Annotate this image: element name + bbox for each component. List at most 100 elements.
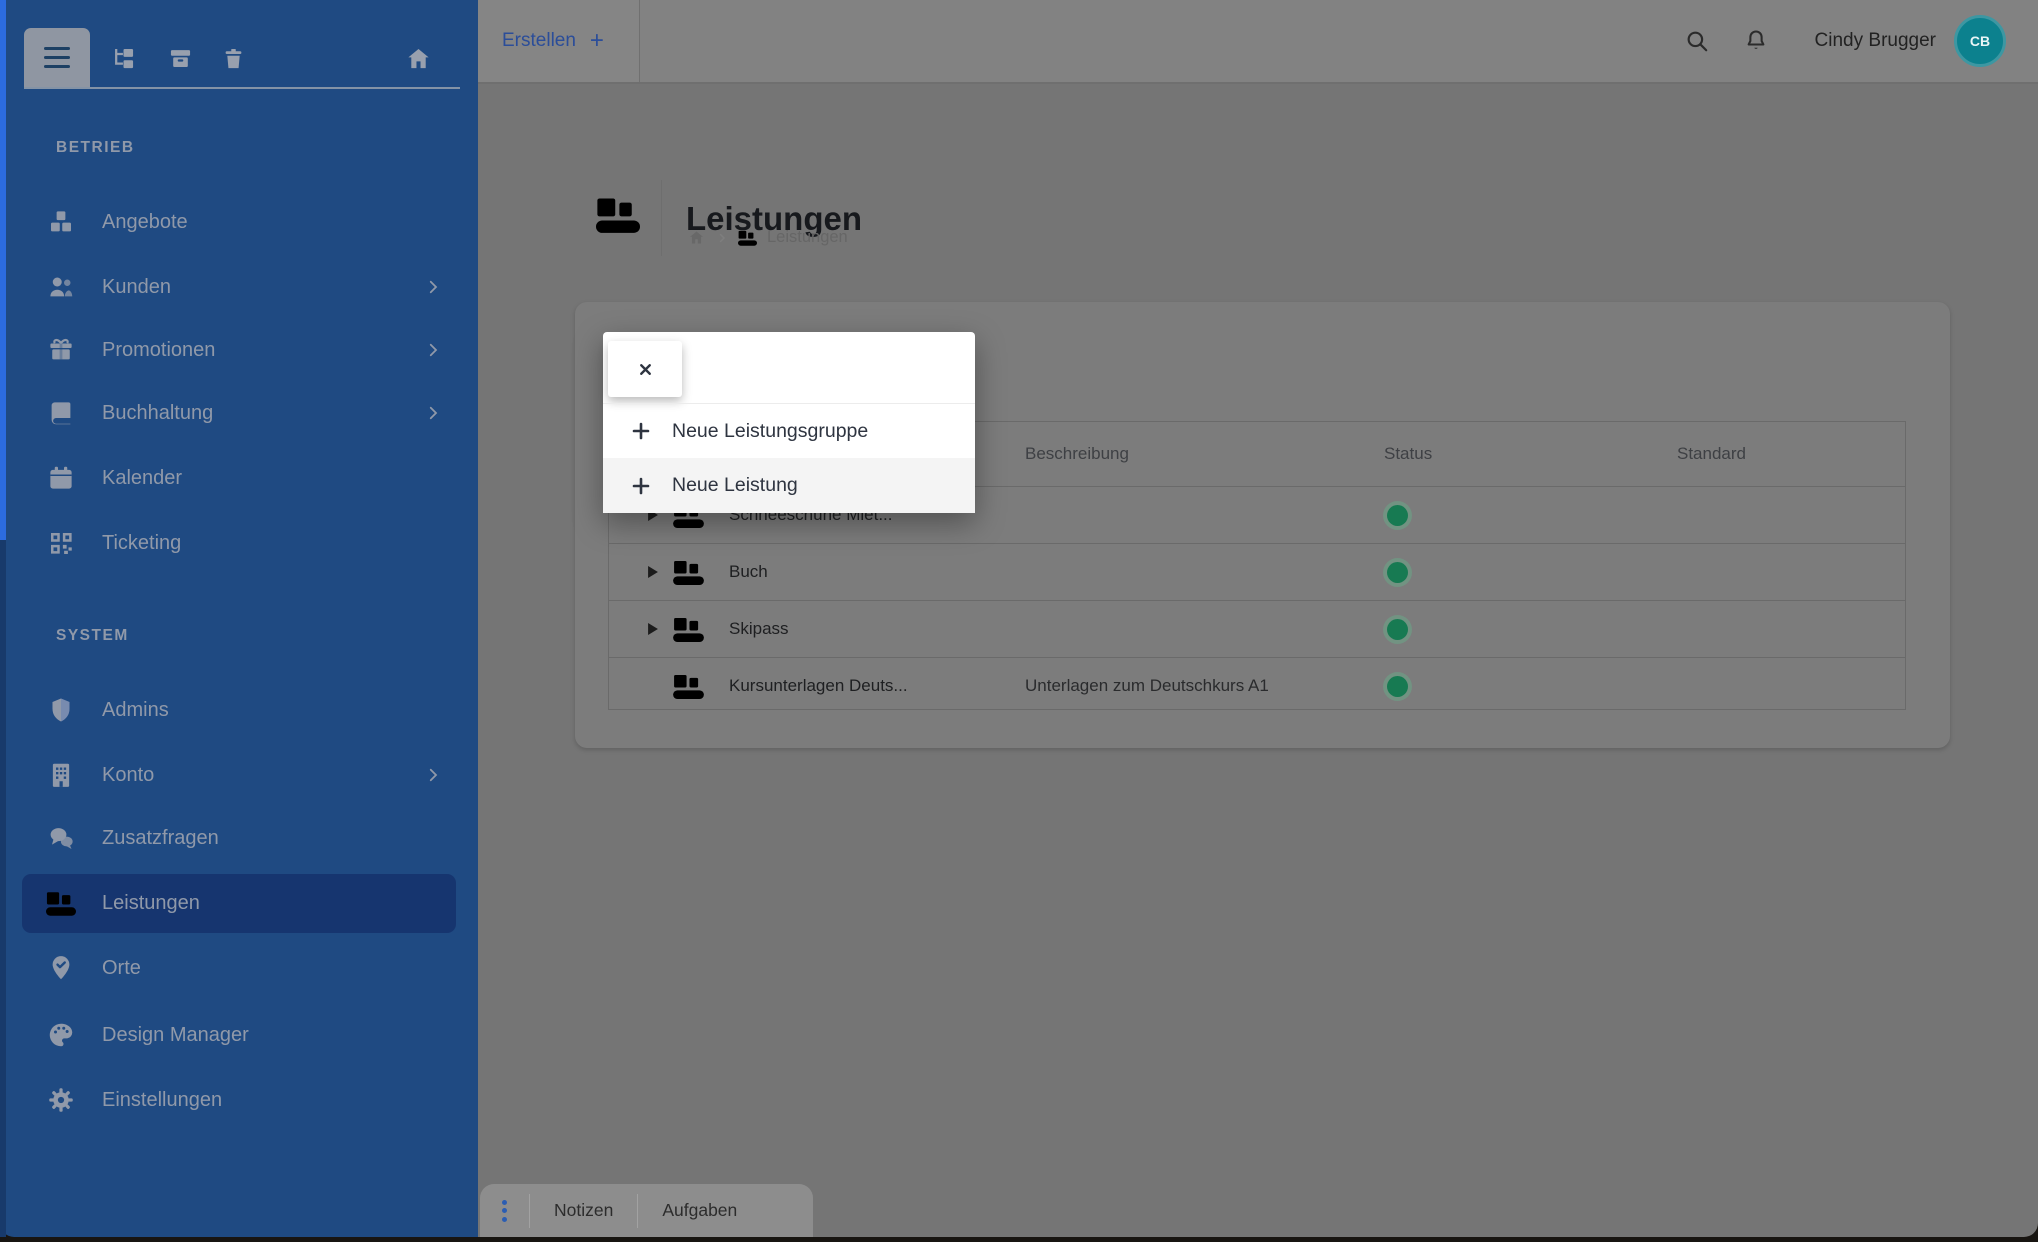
sidebar-section-system: SYSTEM [56,627,129,645]
dock-divider [637,1194,638,1228]
menu-item-label: Neue Leistungsgruppe [672,420,868,443]
status-active-dot[interactable] [1387,562,1408,583]
create-tab-label: Erstellen [502,30,576,52]
app-screen: BETRIEB Angebote Kunden [0,0,2038,1242]
dock-divider [529,1194,530,1228]
sidebar-item-orte[interactable]: Orte [22,944,456,992]
services-conveyor-icon [738,230,757,246]
chevron-right-icon [424,341,442,359]
expand-caret-icon[interactable] [648,566,658,578]
table-row[interactable]: Buch [609,543,1905,600]
sidebar-item-buchhaltung[interactable]: Buchhaltung [22,389,456,437]
plus-icon: + [590,27,604,55]
search-icon[interactable] [1684,28,1710,54]
page-header-conveyor-icon [596,196,640,234]
menu-item-neue-leistungsgruppe[interactable]: Neue Leistungsgruppe [603,403,975,458]
sidebar-item-leistungen[interactable]: Leistungen [22,874,456,933]
row-name: Buch [729,562,768,582]
table-row[interactable]: Skipass [609,600,1905,657]
create-tab[interactable]: Erstellen + [478,0,640,82]
sidebar-item-label: Leistungen [102,892,200,915]
sidebar-item-label: Konto [102,764,154,787]
chevron-right-icon [424,766,442,784]
sitemap-icon[interactable] [110,45,137,72]
col-beschreibung: Beschreibung [1025,444,1384,464]
tab-notizen[interactable]: Notizen [554,1200,613,1221]
row-name: Skipass [729,619,789,639]
user-name[interactable]: Cindy Brugger [1815,30,1936,52]
table-row[interactable]: Kursunterlagen Deuts... Unterlagen zum D… [609,657,1905,714]
sidebar-item-label: Promotionen [102,339,215,362]
qr-code-icon [45,528,77,558]
gear-icon [45,1085,77,1115]
map-pin-check-icon [45,953,77,983]
sidebar-item-label: Buchhaltung [102,402,213,425]
col-standard: Standard [1677,444,1905,464]
main-content: Leistungen Leistungen Beschreibung Statu… [478,84,2038,1237]
topbar-right-group: Cindy Brugger CB [1684,0,2006,82]
trash-icon[interactable] [220,45,247,72]
row-name: Kursunterlagen Deuts... [729,676,908,696]
sidebar-item-label: Design Manager [102,1024,249,1047]
menu-item-label: Neue Leistung [672,474,798,497]
calendar-icon [45,463,77,493]
sidebar-item-design-manager[interactable]: Design Manager [22,1011,456,1059]
chevron-right-icon [424,278,442,296]
sidebar-item-angebote[interactable]: Angebote [22,198,456,246]
service-item-icon [673,560,704,585]
breadcrumb-current[interactable]: Leistungen [767,228,848,247]
avatar[interactable]: CB [1954,15,2006,67]
bottom-dock: Notizen Aufgaben [480,1184,813,1237]
sidebar-item-ticketing[interactable]: Ticketing [22,519,456,567]
cubes-icon [45,207,77,237]
drag-handle-icon[interactable] [502,1200,507,1222]
tab-aufgaben[interactable]: Aufgaben [662,1200,737,1221]
service-item-icon [673,674,704,699]
sidebar-item-einstellungen[interactable]: Einstellungen [22,1076,456,1124]
sidebar-item-konto[interactable]: Konto [22,751,456,799]
status-active-dot[interactable] [1387,619,1408,640]
shield-icon [45,695,77,725]
sidebar-item-label: Kalender [102,467,182,490]
plus-icon [631,421,651,441]
chat-bubbles-icon [45,823,77,853]
sidebar-section-betrieb: BETRIEB [56,139,135,157]
palette-icon [45,1020,77,1050]
building-icon [45,760,77,790]
status-active-dot[interactable] [1387,676,1408,697]
sidebar-item-label: Angebote [102,211,188,234]
breadcrumb: Leistungen [687,228,848,247]
service-item-icon [673,617,704,642]
status-active-dot[interactable] [1387,505,1408,526]
close-button[interactable] [608,341,682,397]
menu-item-neue-leistung[interactable]: Neue Leistung [603,458,975,513]
sidebar-item-label: Einstellungen [102,1089,222,1112]
book-icon [45,398,77,428]
sidebar-header-divider [24,87,460,89]
home-icon[interactable] [687,229,706,246]
sidebar-item-admins[interactable]: Admins [22,686,456,734]
expand-caret-icon[interactable] [648,623,658,635]
sidebar-header [0,0,478,88]
sidebar-item-zusatzfragen[interactable]: Zusatzfragen [22,814,456,862]
services-conveyor-icon [45,889,77,919]
sidebar-item-label: Orte [102,957,141,980]
page-header-divider [661,180,662,256]
sidebar-item-kunden[interactable]: Kunden [22,263,456,311]
home-icon[interactable] [405,45,432,72]
bell-icon[interactable] [1743,28,1769,54]
menu-toggle-button[interactable] [24,28,90,87]
sidebar-item-label: Ticketing [102,532,181,555]
sidebar-item-label: Admins [102,699,169,722]
archive-icon[interactable] [167,45,194,72]
chevron-right-icon [424,404,442,422]
plus-icon [631,476,651,496]
close-icon [637,361,654,378]
sidebar-item-promotionen[interactable]: Promotionen [22,326,456,374]
col-status: Status [1384,444,1677,464]
sidebar-item-kalender[interactable]: Kalender [22,454,456,502]
sidebar-item-label: Zusatzfragen [102,827,219,850]
topbar: Erstellen + Cindy Brugger CB [478,0,2038,84]
sidebar: BETRIEB Angebote Kunden [0,0,478,1237]
sidebar-scrollbar-track [0,0,6,1237]
